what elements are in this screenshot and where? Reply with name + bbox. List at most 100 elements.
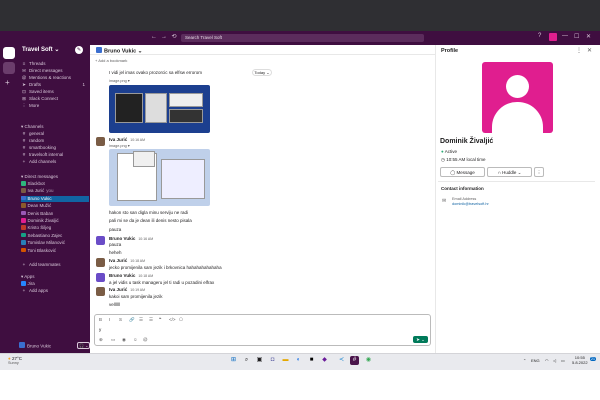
sidebar-item-drafts[interactable]: ➤ Drafts 1 [21,82,89,89]
avatar [21,218,26,223]
sidebar-item-slack-connect[interactable]: ⊞ Slack Connect [21,96,89,103]
language-indicator[interactable]: ENG [531,358,540,363]
profile-name[interactable]: Dominik Živaljić [440,138,493,145]
format-tool-icon[interactable]: </> [169,317,176,322]
history-icon[interactable]: ⟲ [170,33,178,41]
sidebar-item-threads[interactable]: ≡ Threads [21,61,89,68]
dms-header[interactable]: ▾ Direct messages [21,174,58,180]
format-tool-icon[interactable]: ⎔ [179,317,183,323]
workspace-name[interactable]: Travel Soft ⌄ [22,46,59,53]
sidebar-item-mentions[interactable]: @ Mentions & reactions [21,75,89,82]
clock[interactable]: 10:55 5.8.2022 [572,355,588,365]
notification-badge[interactable]: 21 [590,357,596,361]
screenshot-attachment[interactable] [109,85,210,133]
format-tool-icon[interactable]: ☰ [149,317,153,323]
dm-item[interactable]: Toni Blasković [21,247,89,255]
dm-item[interactable]: Slackbot [21,181,89,188]
dm-item[interactable]: Bruno Vukic [21,195,89,203]
wifi-icon[interactable]: ◠ [545,358,549,363]
message-text: jecko promijenila sam jezik i brkovnica … [109,265,222,270]
dm-item[interactable]: Sebastiano Zajec [21,232,89,240]
weather-widget[interactable]: ● 27°C Sunny [8,356,22,365]
format-tool-icon[interactable]: B [99,317,102,322]
add-workspace-icon[interactable]: + [5,78,10,87]
avatar[interactable] [549,33,557,41]
teams-icon[interactable]: ◘ [268,356,277,365]
vs-icon[interactable]: ◆ [320,356,329,365]
dm-item[interactable]: Dominik Živaljić [21,218,89,225]
back-icon[interactable]: ← [150,33,158,41]
add-teammates[interactable]: + Add teammates [21,262,89,269]
sidebar-item-saved[interactable]: ⊡ Saved items [21,89,89,96]
search-input[interactable]: Search Travel Soft [181,34,424,42]
forward-icon[interactable]: → [160,33,168,41]
help-icon[interactable]: ? [538,33,541,39]
avatar[interactable] [96,287,105,296]
format-tool-icon[interactable]: S [119,317,122,322]
channel-travelsoft-internal[interactable]: # travelsoft internal [21,152,89,159]
maximize-icon[interactable]: ☐ [574,33,579,40]
file-name[interactable]: image.png ▾ [109,143,130,148]
store-icon[interactable]: ■ [307,356,316,365]
plus-icon[interactable]: ⊕ [99,337,103,343]
tray-chevron-icon[interactable]: ⌃ [523,358,526,363]
file-name[interactable]: image.png ▾ [109,78,130,83]
mention-icon[interactable]: @ [143,337,148,342]
email-link[interactable]: dominik@travelsoft.hr [452,202,489,206]
search-icon[interactable]: ⌕ [242,356,251,365]
format-tool-icon[interactable]: I [109,317,110,322]
dm-item[interactable]: Iva Jurić you [21,188,89,195]
volume-icon[interactable]: ◁ [553,358,556,363]
workspace-icon-other[interactable] [3,62,15,74]
vscode-icon[interactable]: ≺ [337,356,346,365]
apps-header[interactable]: ▾ Apps [21,274,35,280]
add-bookmark[interactable]: + Add a bookmark [95,58,127,63]
taskview-icon[interactable]: ▣ [255,356,264,365]
video-icon[interactable]: ▭ [111,337,115,343]
avatar[interactable] [96,273,105,282]
headphones-icon[interactable]: 🎧 ⌄ [77,342,91,349]
compose-icon[interactable]: ✎ [75,46,83,54]
dm-item[interactable]: Dean Mužić [21,203,89,210]
format-tool-icon[interactable]: 🔗 [129,317,135,323]
dm-item[interactable]: Denis Baban [21,210,89,218]
more-button[interactable]: ⋮ [534,167,544,177]
channels-header[interactable]: ▾ Channels [21,124,44,130]
close-icon[interactable]: ✕ [587,47,592,54]
format-tool-icon[interactable]: ☰ [139,317,143,323]
huddle-button[interactable]: ∩ Huddle ⌄ [487,167,532,177]
send-button[interactable]: ➤ ⌄ [413,336,428,343]
add-apps[interactable]: + Add apps [21,288,89,295]
screenshot-attachment[interactable] [109,149,210,206]
sidebar-item-more[interactable]: ⋮ More [21,103,89,110]
channel-random[interactable]: # random [21,138,89,145]
avatar[interactable] [96,258,105,267]
format-tool-icon[interactable]: ❝ [159,317,161,323]
workspace-icon-travelsoft[interactable] [3,47,15,59]
dm-item[interactable]: Kristo Šiljeg [21,225,89,232]
battery-icon[interactable]: ▭ [561,358,565,363]
message-input[interactable]: y [99,327,101,332]
current-user[interactable]: Bruno Vukic [19,342,51,349]
avatar[interactable] [96,137,105,146]
slack-icon[interactable]: # [350,356,359,365]
chrome-icon[interactable]: ◉ [364,356,373,365]
channel-title[interactable]: Bruno Vukic ⌄ [96,47,142,55]
folder-icon[interactable]: ▬ [281,356,290,365]
edge-icon[interactable]: ◐ [294,356,303,365]
add-channels[interactable]: + Add channels [21,159,89,166]
avatar[interactable] [96,236,105,245]
date-divider-today[interactable]: Today ⌄ [252,69,272,76]
minimize-icon[interactable]: — [562,33,568,39]
sidebar-item-direct-messages[interactable]: ✉ Direct messages [21,68,89,75]
mic-icon[interactable]: ◉ [122,337,126,343]
channel-general[interactable]: # general [21,131,89,138]
app-jira[interactable]: Jira [21,281,89,288]
message-button[interactable]: ◯ Message [440,167,485,177]
emoji-icon[interactable]: ☺ [133,337,138,342]
dm-item[interactable]: Tomislav Milanović [21,240,89,247]
close-icon[interactable]: ✕ [586,33,591,40]
channel-smartbooking[interactable]: # smartbooking [21,145,89,152]
start-icon[interactable]: ⊞ [229,356,238,365]
more-icon[interactable]: ⋮ [576,47,582,54]
